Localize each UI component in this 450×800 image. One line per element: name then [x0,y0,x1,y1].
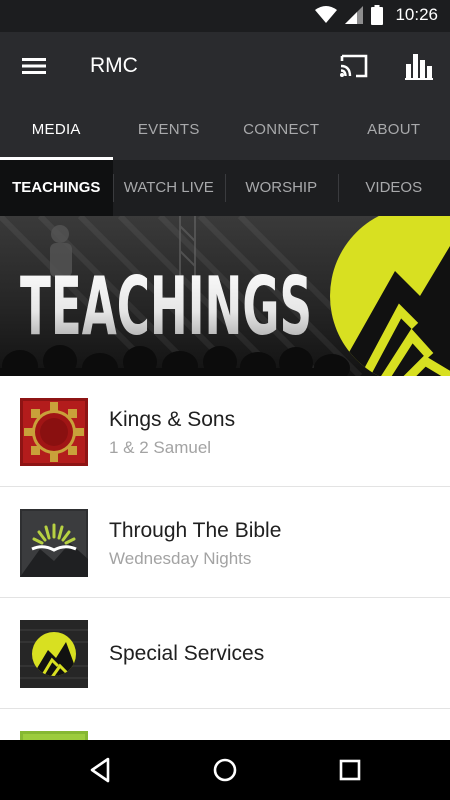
navigation-bar [0,740,450,800]
tab-connect[interactable]: CONNECT [225,100,338,160]
item-subtitle: 1 & 2 Samuel [109,438,212,457]
app-title: RMC [90,54,138,77]
tab-about[interactable]: ABOUT [338,100,450,160]
back-icon[interactable] [84,754,116,786]
app-bar: RMC [0,32,450,100]
teachings-banner: TEACHINGS [0,216,450,376]
through-the-bible-thumbnail [20,509,88,577]
banner-title: TEACHINGS [20,260,312,353]
item-title: Kings & Sons [109,408,236,431]
stats-icon[interactable] [402,50,438,82]
battery-icon [371,5,384,25]
subtab-worship[interactable]: WORSHIP [225,160,338,216]
list-item-partial[interactable] [0,709,450,740]
status-time: 10:26 [395,5,438,24]
tab-media[interactable]: MEDIA [0,100,113,160]
teachings-list: Kings & Sons 1 & 2 Samuel Through The Bi… [0,376,450,740]
status-bar: 10:26 [0,0,450,32]
item-title: Through The Bible [109,519,282,542]
menu-icon[interactable] [18,52,52,80]
tab-events[interactable]: EVENTS [113,100,226,160]
sub-tabs: TEACHINGS WATCH LIVE WORSHIP VIDEOS [0,160,450,216]
subtab-teachings[interactable]: TEACHINGS [0,160,113,216]
main-tabs: MEDIA EVENTS CONNECT ABOUT [0,100,450,160]
subtab-watch-live[interactable]: WATCH LIVE [112,160,226,216]
recents-icon[interactable] [334,754,366,786]
list-item-kings-and-sons[interactable]: Kings & Sons 1 & 2 Samuel [0,376,450,487]
special-services-thumbnail [20,620,88,688]
subtab-videos[interactable]: VIDEOS [337,160,450,216]
cast-icon[interactable] [336,50,372,82]
list-item-special-services[interactable]: Special Services [0,598,450,709]
signal-icon [345,6,364,24]
item-subtitle: Wednesday Nights [109,549,252,568]
list-item-through-the-bible[interactable]: Through The Bible Wednesday Nights [0,487,450,598]
kings-and-sons-thumbnail [20,398,88,466]
home-icon[interactable] [209,754,241,786]
wifi-icon [315,6,338,23]
partial-item-thumbnail [20,731,88,740]
item-title: Special Services [109,642,265,665]
